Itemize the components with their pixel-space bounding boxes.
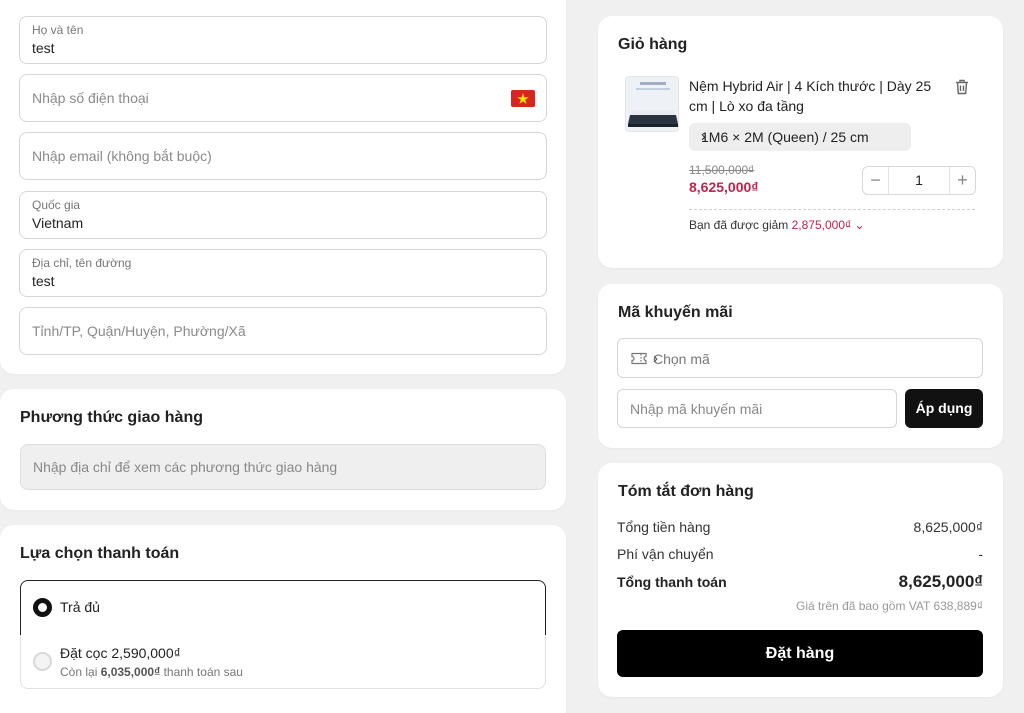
- divider: [689, 209, 975, 210]
- deposit-remaining-amount: 6,035,000₫: [100, 665, 161, 679]
- address-value: test: [32, 273, 55, 289]
- promo-code-card: Mã khuyến mãi Chọn mã › Nhập mã khuyến m…: [598, 284, 1003, 448]
- address-field[interactable]: Địa chỉ, tên đường test: [19, 249, 547, 297]
- payment-title: Lựa chọn thanh toán: [20, 545, 180, 562]
- radio-unselected-icon[interactable]: [33, 652, 52, 671]
- region-field[interactable]: Tỉnh/TP, Quận/Huyện, Phường/Xã: [19, 307, 547, 355]
- promo-input-placeholder: Nhập mã khuyến mãi: [630, 401, 763, 417]
- order-summary-card: Tóm tắt đơn hàng Tổng tiền hàng 8,625,00…: [598, 463, 1003, 697]
- phone-placeholder: Nhập số điện thoại: [32, 90, 149, 106]
- checkout-page: Họ và tên test Nhập số điện thoại Nhập e…: [0, 0, 1024, 713]
- discount-note[interactable]: Bạn đã được giảm 2,875,000₫ ⌄: [689, 218, 865, 232]
- name-value: test: [32, 40, 55, 56]
- payment-option-deposit-label: Đặt cọc 2,590,000₫: [60, 645, 181, 661]
- chevron-right-icon: ›: [701, 128, 706, 144]
- cart-card: Giỏ hàng Nệm Hybrid Air | 4 Kích thước |…: [598, 16, 1003, 268]
- phone-field[interactable]: Nhập số điện thoại: [19, 74, 547, 122]
- shipping-fee-label: Phí vận chuyển: [617, 546, 714, 562]
- total-label: Tổng thanh toán: [617, 574, 727, 590]
- email-placeholder: Nhập email (không bắt buộc): [32, 148, 212, 164]
- quantity-stepper[interactable]: − 1 +: [862, 166, 976, 195]
- total-row: Tổng thanh toán 8,625,000₫: [617, 572, 983, 591]
- minus-icon[interactable]: −: [863, 167, 889, 194]
- product-image[interactable]: [625, 76, 679, 132]
- promo-select[interactable]: Chọn mã ›: [617, 338, 983, 378]
- country-label: Quốc gia: [32, 198, 81, 212]
- name-label: Họ và tên: [32, 23, 84, 37]
- shipping-methods-box: Nhập địa chỉ để xem các phương thức giao…: [20, 444, 546, 490]
- country-field[interactable]: Quốc gia Vietnam: [19, 191, 547, 239]
- plus-icon[interactable]: +: [949, 167, 975, 194]
- apply-promo-button[interactable]: Áp dụng: [905, 389, 983, 428]
- region-placeholder: Tỉnh/TP, Quận/Huyện, Phường/Xã: [32, 323, 246, 339]
- payment-option-full[interactable]: Trả đủ: [20, 580, 546, 636]
- name-field[interactable]: Họ và tên test: [19, 16, 547, 64]
- place-order-button[interactable]: Đặt hàng: [617, 630, 983, 677]
- country-value: Vietnam: [32, 215, 84, 231]
- total-value: 8,625,000₫: [898, 572, 983, 591]
- address-label: Địa chỉ, tên đường: [32, 256, 132, 270]
- summary-title: Tóm tắt đơn hàng: [618, 483, 754, 500]
- subtotal-row: Tổng tiền hàng 8,625,000₫: [617, 519, 983, 535]
- shipping-fee-value: -: [978, 546, 983, 562]
- payment-option-deposit[interactable]: Đặt cọc 2,590,000₫ Còn lại 6,035,000₫ th…: [20, 635, 546, 689]
- deposit-remaining-note: Còn lại 6,035,000₫ thanh toán sau: [60, 665, 243, 679]
- shipping-title: Phương thức giao hàng: [20, 409, 203, 426]
- cart-title: Giỏ hàng: [618, 36, 688, 53]
- product-name[interactable]: Nệm Hybrid Air | 4 Kích thước | Dày 25 c…: [689, 76, 951, 116]
- sale-price: 8,625,000₫: [689, 179, 759, 195]
- shipping-placeholder: Nhập địa chỉ để xem các phương thức giao…: [33, 459, 338, 475]
- quantity-value[interactable]: 1: [889, 172, 949, 188]
- payment-option-card: Lựa chọn thanh toán Trả đủ Đặt cọc 2,590…: [0, 525, 566, 713]
- trash-icon[interactable]: [955, 79, 969, 100]
- subtotal-label: Tổng tiền hàng: [617, 519, 711, 535]
- chevron-down-icon[interactable]: ⌄: [855, 218, 865, 232]
- shipping-fee-row: Phí vận chuyển -: [617, 546, 983, 562]
- shipping-method-card: Phương thức giao hàng Nhập địa chỉ để xe…: [0, 389, 566, 510]
- email-field[interactable]: Nhập email (không bắt buộc): [19, 132, 547, 180]
- promo-title: Mã khuyến mãi: [618, 304, 733, 321]
- chevron-right-icon: ›: [653, 350, 658, 367]
- ticket-icon: [631, 352, 647, 368]
- subtotal-value: 8,625,000₫: [913, 519, 983, 535]
- address-form-card: Họ và tên test Nhập số điện thoại Nhập e…: [0, 0, 566, 374]
- vietnam-flag-icon[interactable]: [511, 90, 535, 107]
- variant-selector[interactable]: 1M6 × 2M (Queen) / 25 cm ›: [689, 123, 911, 151]
- radio-selected-icon[interactable]: [33, 598, 52, 617]
- original-price: 11,500,000₫: [689, 163, 755, 177]
- payment-option-full-label: Trả đủ: [60, 599, 100, 615]
- discount-amount: 2,875,000₫: [791, 218, 852, 232]
- promo-code-input[interactable]: Nhập mã khuyến mãi: [617, 389, 897, 428]
- vat-note: Giá trên đã bao gồm VAT 638,889₫: [796, 599, 983, 613]
